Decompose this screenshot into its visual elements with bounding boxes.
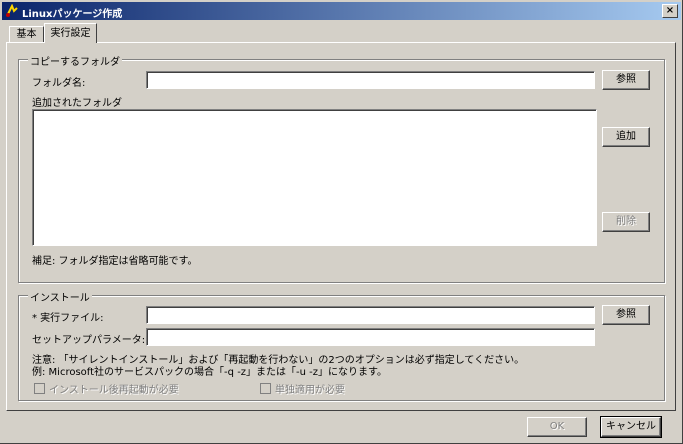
tab-panel: コピーするフォルダ フォルダ名: 参照 追加されたフォルダ 追加 削除 補足: … [6,42,676,411]
exec-browse-button[interactable]: 参照 [602,305,650,325]
cancel-button[interactable]: キャンセル [600,416,662,438]
setup-param-label: セットアップパラメータ: [32,335,146,346]
copy-note: 補足: フォルダ指定は省略可能です。 [32,256,198,267]
tab-run-settings[interactable]: 実行設定 [44,23,97,43]
folder-name-input[interactable] [146,71,595,89]
exec-file-input[interactable] [146,306,595,324]
add-folder-button[interactable]: 追加 [602,127,650,147]
single-apply-checkbox-label: 単独適用が必要 [275,385,345,396]
install-note-line2: 例: Microsoft社のサービスパックの場合「-q -z」または「-u -z… [32,367,388,378]
single-apply-checkbox[interactable]: 単独適用が必要 [260,381,345,396]
setup-param-input[interactable] [146,328,595,346]
reboot-checkbox[interactable]: インストール後再起動が必要 [34,381,179,396]
dialog-window: Linuxパッケージ作成 × 基本 実行設定 コピーするフォルダ フォルダ名: … [0,0,683,444]
reboot-checkbox-box[interactable] [34,383,45,394]
ok-button[interactable]: OK [527,417,587,437]
folder-name-label: フォルダ名: [32,78,86,89]
tab-basic[interactable]: 基本 [9,26,44,43]
reboot-checkbox-label: インストール後再起動が必要 [49,385,179,396]
folder-browse-button[interactable]: 参照 [602,70,650,90]
copy-folder-legend: コピーするフォルダ [28,53,122,68]
added-folders-list[interactable] [32,109,597,246]
window-title: Linuxパッケージ作成 [22,9,123,20]
app-icon [6,4,18,17]
title-bar: Linuxパッケージ作成 × [2,2,681,20]
added-folders-label: 追加されたフォルダ [32,98,122,109]
close-button[interactable]: × [662,4,678,18]
install-legend: インストール [28,289,92,304]
exec-file-label: * 実行ファイル: [32,313,104,324]
single-apply-checkbox-box[interactable] [260,383,271,394]
delete-folder-button[interactable]: 削除 [602,212,650,232]
